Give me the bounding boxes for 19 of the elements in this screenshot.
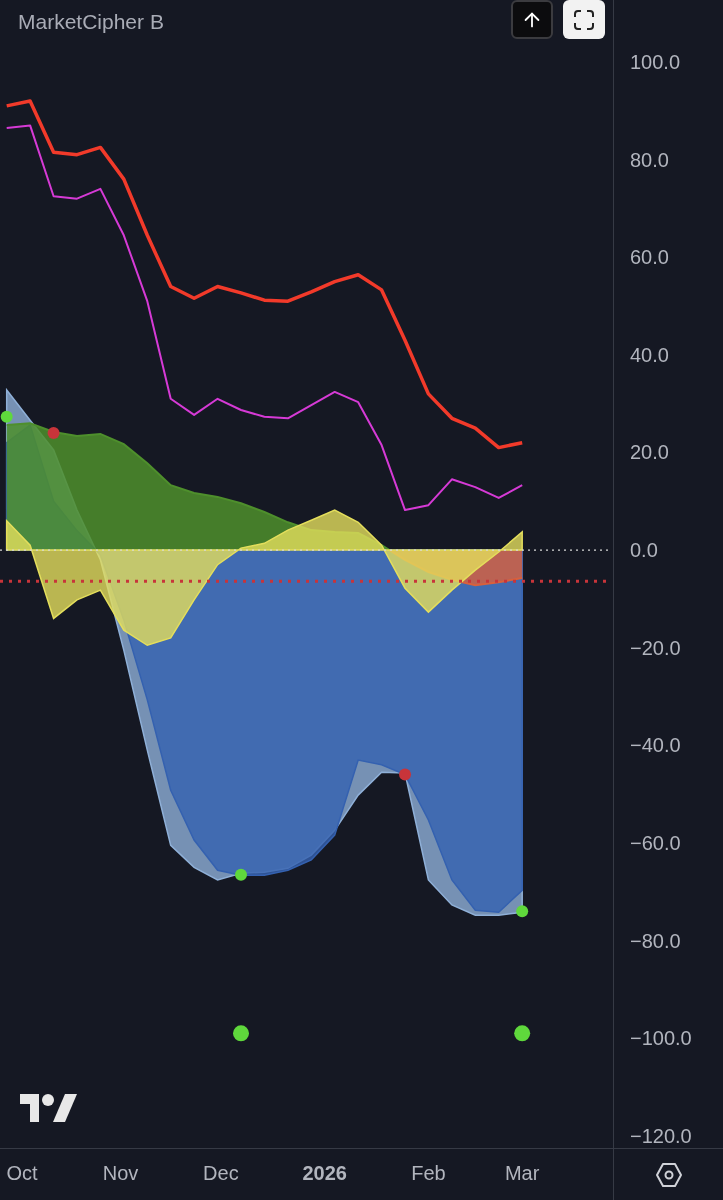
y-axis-label: −120.0 [630,1125,692,1146]
y-axis-label: −40.0 [630,735,681,756]
indicator-title: MarketCipher B [18,9,164,35]
y-axis-label: 40.0 [630,344,669,365]
y-axis-label: 0.0 [630,540,658,561]
y-axis-label: 80.0 [630,149,669,170]
x-axis-label: 2026 [302,1163,347,1183]
y-axis-label: −80.0 [630,930,681,951]
x-axis-label: Mar [504,1163,540,1183]
x-axis-label: Feb [411,1163,446,1183]
y-axis-label: −100.0 [630,1028,692,1049]
x-axis-label: Nov [102,1163,139,1183]
y-axis-label: 60.0 [630,247,669,268]
y-axis-label: 20.0 [630,442,669,463]
x-axis-label: Dec [203,1163,239,1183]
y-axis-label: −60.0 [630,832,681,853]
y-axis-label: −20.0 [630,637,681,658]
y-axis-label: 100.0 [630,52,681,72]
x-axis-label: Oct [6,1163,38,1183]
